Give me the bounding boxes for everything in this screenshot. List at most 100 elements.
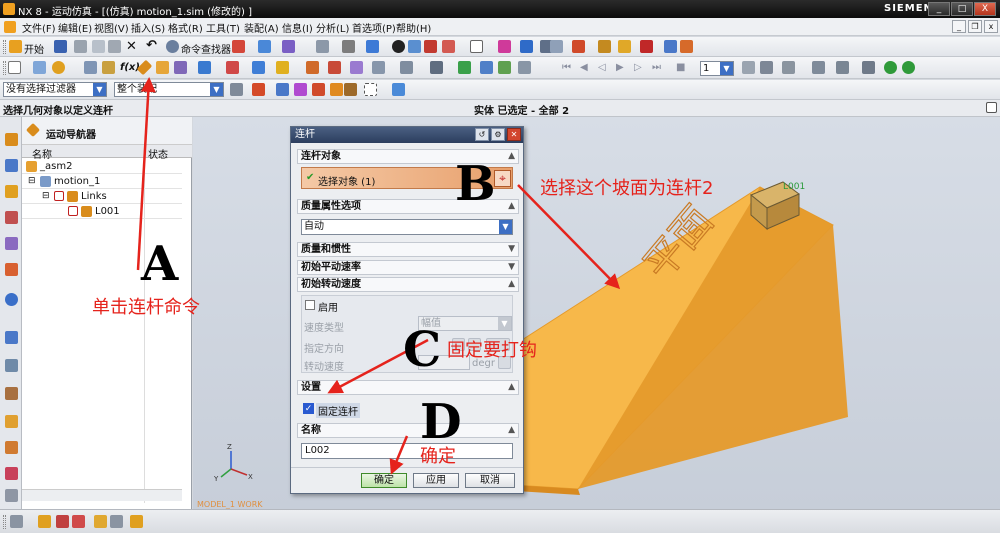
view-cube-icon[interactable] <box>366 40 379 53</box>
torque-icon[interactable] <box>372 61 385 74</box>
intersection-icon[interactable] <box>344 83 357 96</box>
dialog-title-bar[interactable]: 连杆 ↺ ⚙ ✕ <box>291 127 523 143</box>
damper-icon[interactable] <box>226 61 239 74</box>
apply-button[interactable]: 应用 <box>413 473 459 488</box>
menu-assemblies[interactable]: 装配(A) <box>244 20 279 35</box>
analysis-icon[interactable] <box>572 40 585 53</box>
manufacturing-wizard-tab-icon[interactable] <box>5 415 18 428</box>
history-tab-icon[interactable] <box>5 331 18 344</box>
enable-checkbox[interactable] <box>305 300 315 310</box>
stop-icon[interactable]: ■ <box>676 62 685 73</box>
layout-icon[interactable] <box>550 40 563 53</box>
start-menu-label[interactable]: 开始 <box>24 41 44 56</box>
minimize-button[interactable]: _ <box>928 2 950 16</box>
system-materials-tab-icon[interactable] <box>5 359 18 372</box>
menu-information[interactable]: 信息(I) <box>282 20 313 35</box>
reset-icon[interactable]: ↺ <box>475 128 489 141</box>
packaging-icon[interactable] <box>518 61 531 74</box>
trace-icon[interactable] <box>760 61 773 74</box>
xy-plot-icon[interactable] <box>836 61 849 74</box>
menu-tools[interactable]: 工具(T) <box>206 20 240 35</box>
doc-minimize-button[interactable]: _ <box>952 20 966 33</box>
connector-icon[interactable] <box>174 61 187 74</box>
motion-navigator-tab-icon[interactable] <box>5 133 18 146</box>
palette-tab-icon[interactable] <box>5 489 18 502</box>
bushing-icon[interactable] <box>252 61 265 74</box>
gear-icon[interactable]: ⚙ <box>491 128 505 141</box>
snapshot-icon[interactable] <box>742 61 755 74</box>
graph-icon[interactable] <box>664 40 677 53</box>
name-input[interactable]: L002 <box>301 443 513 459</box>
hd3d-tab-icon[interactable] <box>5 263 18 276</box>
menu-help[interactable]: 帮助(H) <box>396 20 431 35</box>
tree-item-links[interactable]: ⊟ Links <box>22 189 182 204</box>
selection-tool-icon[interactable] <box>232 40 245 53</box>
copy-icon[interactable] <box>92 40 105 53</box>
reuse-library-tab-icon[interactable] <box>5 237 18 250</box>
cut-icon[interactable] <box>74 40 87 53</box>
animation-icon[interactable] <box>640 40 653 53</box>
interference-icon[interactable] <box>102 61 115 74</box>
fit-icon[interactable] <box>316 40 329 53</box>
component-icon[interactable] <box>392 83 405 96</box>
checkbox-checked-icon[interactable] <box>68 206 78 216</box>
menu-edit[interactable]: 编辑(E) <box>58 20 92 35</box>
navigator-scrollbar[interactable] <box>22 489 182 501</box>
wcs-icon[interactable] <box>442 40 455 53</box>
csys-icon[interactable] <box>94 515 107 528</box>
quadrant-icon[interactable] <box>330 83 343 96</box>
color-icon[interactable] <box>424 40 437 53</box>
web-browser-tab-icon[interactable] <box>5 293 18 306</box>
selection-scope-select[interactable]: 整个装配 ▼ <box>114 82 224 97</box>
collapse-icon[interactable]: ⊟ <box>42 189 50 204</box>
start-icon[interactable] <box>9 40 22 53</box>
layer-icon[interactable] <box>408 40 421 53</box>
save-icon[interactable] <box>54 40 67 53</box>
toolbar-grip[interactable] <box>3 40 6 54</box>
plane-icon[interactable] <box>72 515 85 528</box>
command-finder-icon[interactable] <box>166 40 179 53</box>
close-button[interactable]: X <box>974 2 996 16</box>
master-model-icon[interactable] <box>84 61 97 74</box>
snap-icon[interactable] <box>258 40 271 53</box>
menu-view[interactable]: 视图(V) <box>94 20 129 35</box>
point-constructor-icon[interactable] <box>38 515 51 528</box>
tree-item-motion-1[interactable]: ⊟ motion_1 <box>22 174 182 189</box>
menu-insert[interactable]: 插入(S) <box>131 20 165 35</box>
mass-options-select[interactable]: 自动 ▼ <box>301 219 513 235</box>
section-mass-inertia[interactable]: 质量和惯性 ▼ <box>297 242 519 257</box>
measure-icon[interactable] <box>598 40 611 53</box>
doc-close-button[interactable]: x <box>984 20 998 33</box>
crosshair-icon[interactable]: ⌖ <box>494 170 511 187</box>
menu-preferences[interactable]: 首选项(P) <box>352 20 396 35</box>
roles-tab-icon[interactable] <box>5 441 18 454</box>
assembly-navigator-tab-icon[interactable] <box>5 185 18 198</box>
center-icon[interactable] <box>312 83 325 96</box>
doc-restore-button[interactable]: ❐ <box>968 20 982 33</box>
sensor-icon[interactable] <box>328 61 341 74</box>
filter-settings-icon[interactable] <box>230 83 243 96</box>
joint-icon[interactable] <box>156 61 169 74</box>
quick-pick-icon[interactable] <box>130 515 143 528</box>
solve-icon[interactable] <box>458 61 471 74</box>
display-icon[interactable] <box>392 40 405 53</box>
delete-icon[interactable]: ✕ <box>126 39 137 54</box>
spreadsheet-icon[interactable] <box>862 61 875 74</box>
maximize-button[interactable]: □ <box>951 2 973 16</box>
edit-icon[interactable] <box>33 61 46 74</box>
spring-icon[interactable] <box>198 61 211 74</box>
undo-icon[interactable]: ↶ <box>146 38 157 53</box>
fixed-link-checkbox[interactable]: ✓ <box>303 403 314 414</box>
checkbox-checked-icon[interactable] <box>54 191 64 201</box>
wrench-icon[interactable] <box>10 515 23 528</box>
command-finder-label[interactable]: 命令查找器 <box>181 41 231 56</box>
dialog-close-icon[interactable]: ✕ <box>507 128 521 141</box>
solver-icon[interactable] <box>400 61 413 74</box>
section-name[interactable]: 名称 ▲ <box>297 423 519 438</box>
new-icon[interactable] <box>8 61 21 74</box>
export-icon[interactable] <box>498 61 511 74</box>
arrow-left-icon[interactable] <box>884 61 897 74</box>
panel-toggle-icon[interactable] <box>986 102 997 113</box>
frame-icon[interactable] <box>470 40 483 53</box>
tree-item-asm2[interactable]: _asm2 <box>22 159 182 174</box>
